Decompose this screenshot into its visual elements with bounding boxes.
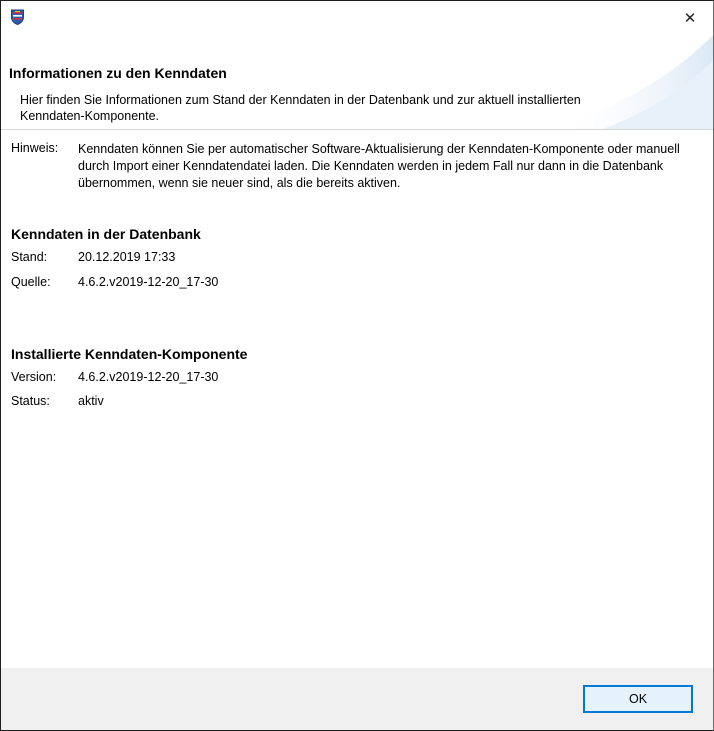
quelle-label: Quelle: <box>11 275 51 289</box>
dialog-banner: Informationen zu den Kenndaten Hier find… <box>1 35 713 129</box>
close-button[interactable]: ✕ <box>667 1 713 35</box>
stand-value: 20.12.2019 17:33 <box>78 250 176 264</box>
hessen-coat-of-arms-icon <box>11 9 24 26</box>
status-value: aktiv <box>78 394 104 408</box>
dialog-window: ✕ Informationen zu den Kenndaten Hier fi… <box>0 0 714 731</box>
quelle-value: 4.6.2.v2019-12-20_17-30 <box>78 275 219 289</box>
hint-text: Kenndaten können Sie per automatischer S… <box>78 142 680 190</box>
close-icon: ✕ <box>683 9 697 27</box>
stand-label: Stand: <box>11 250 48 264</box>
hint-label: Hinweis: <box>11 141 59 155</box>
ok-button[interactable]: OK <box>583 685 693 713</box>
component-section-title: Installierte Kenndaten-Komponente <box>11 346 248 362</box>
version-value: 4.6.2.v2019-12-20_17-30 <box>78 370 219 384</box>
title-bar[interactable]: ✕ <box>1 1 713 35</box>
banner-description: Hier finden Sie Informationen zum Stand … <box>20 93 581 123</box>
dialog-footer: OK <box>1 668 713 730</box>
status-label: Status: <box>11 394 50 408</box>
database-section-title: Kenndaten in der Datenbank <box>11 226 201 242</box>
version-label: Version: <box>11 370 57 384</box>
dialog-content: Hinweis: Kenndaten können Sie per automa… <box>1 130 713 668</box>
banner-title: Informationen zu den Kenndaten <box>9 65 227 81</box>
